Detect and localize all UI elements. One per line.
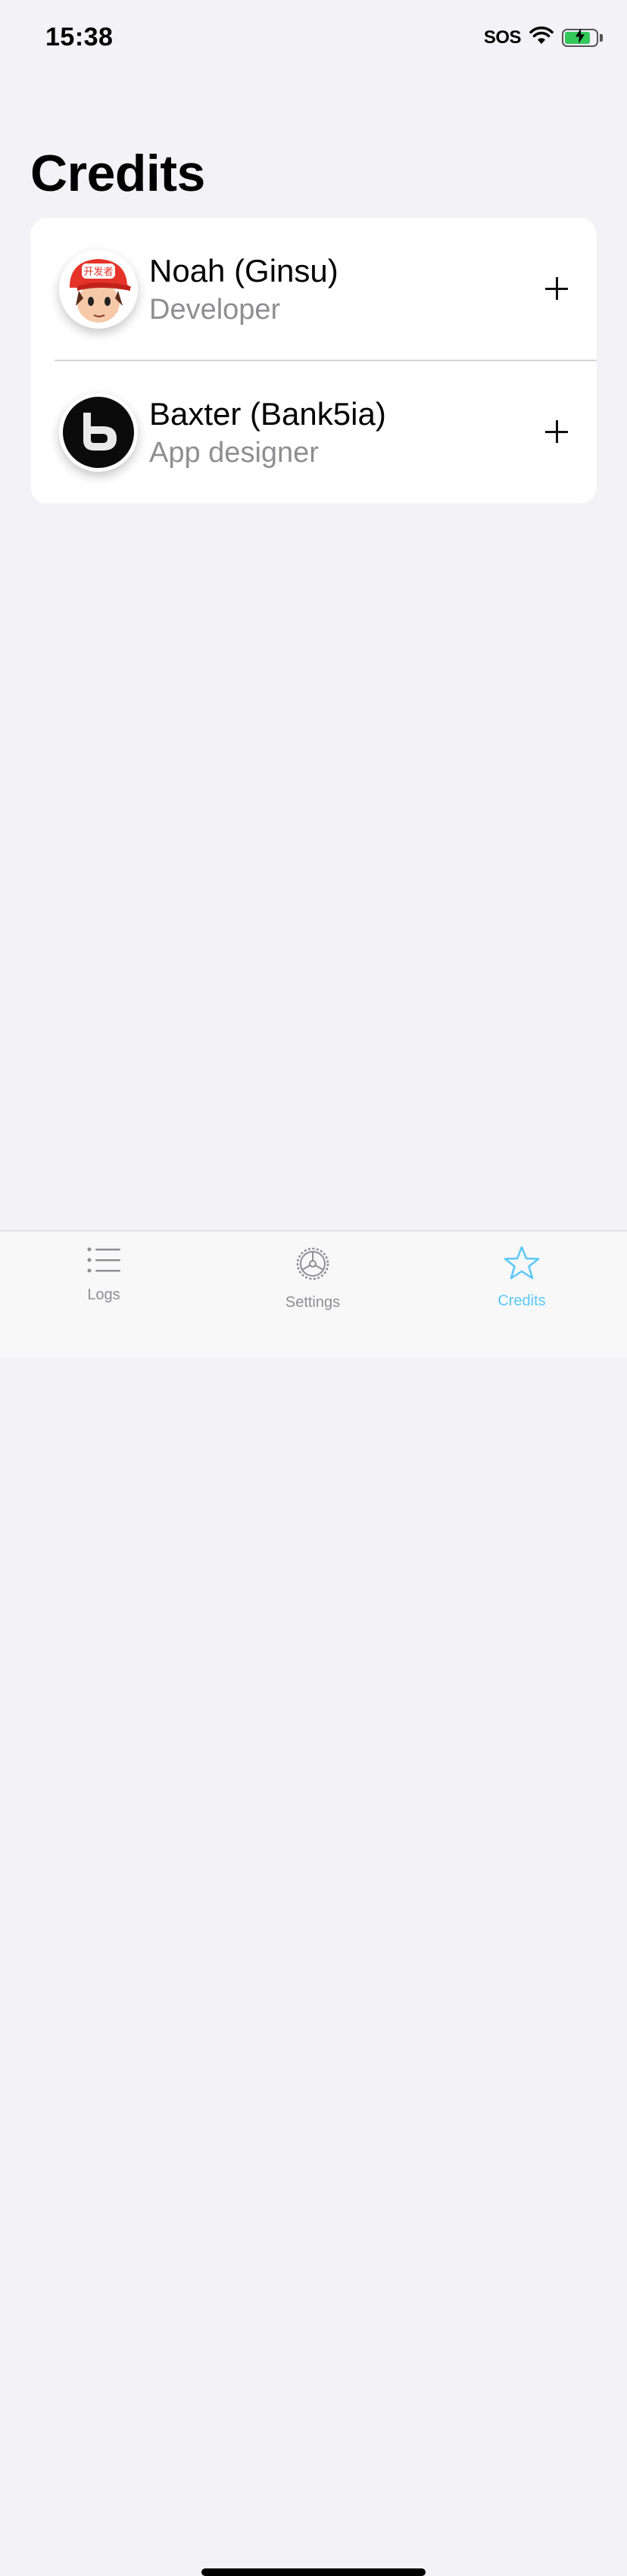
credit-name: Noah (Ginsu) xyxy=(149,253,338,288)
tab-logs[interactable]: Logs xyxy=(43,1245,164,1304)
battery-charging-icon xyxy=(562,28,598,47)
tab-settings[interactable]: Settings xyxy=(252,1245,373,1311)
credits-list: 开发者 Noah (Ginsu) Developer Baxter (Bank5… xyxy=(30,218,597,504)
plus-icon[interactable] xyxy=(539,271,574,306)
battery-cap xyxy=(600,33,603,42)
wifi-icon xyxy=(529,26,554,49)
tab-credits[interactable]: Credits xyxy=(461,1245,582,1310)
plus-icon[interactable] xyxy=(539,414,574,449)
page-title: Credits xyxy=(30,145,205,202)
avatar-badge-text: 开发者 xyxy=(83,266,113,278)
tab-label: Logs xyxy=(87,1286,120,1303)
credit-row-baxter[interactable]: Baxter (Bank5ia) App designer xyxy=(30,361,597,504)
developer-avatar: 开发者 xyxy=(59,250,138,329)
tab-bar: Logs Settings Credits xyxy=(0,1230,627,2576)
credit-row-noah[interactable]: 开发者 Noah (Ginsu) Developer xyxy=(30,218,597,361)
gear-icon xyxy=(252,1245,373,1286)
status-icons: SOS xyxy=(484,26,603,49)
tab-label: Credits xyxy=(498,1293,546,1309)
star-icon xyxy=(461,1245,582,1285)
status-bar: 15:38 SOS xyxy=(0,0,627,76)
home-indicator xyxy=(201,2568,426,2576)
credit-role: App designer xyxy=(149,437,319,469)
credit-role: Developer xyxy=(149,294,281,326)
status-time: 15:38 xyxy=(45,23,114,51)
credit-name: Baxter (Bank5ia) xyxy=(149,396,386,432)
tab-label: Settings xyxy=(285,1294,341,1311)
list-icon xyxy=(43,1245,164,1279)
designer-avatar xyxy=(59,393,138,472)
carrier-label: SOS xyxy=(483,27,522,48)
